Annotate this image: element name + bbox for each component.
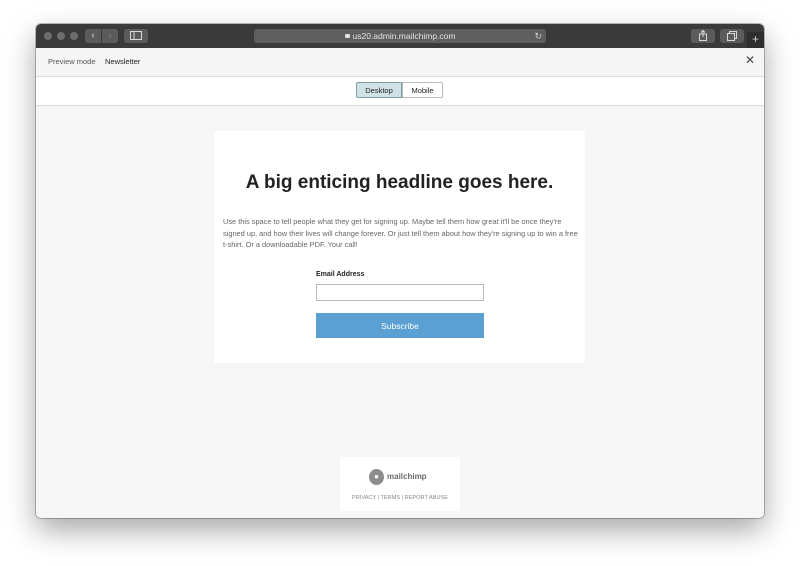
footer-links: PRIVACY | TERMS | REPORT ABUSE (340, 495, 460, 501)
zoom-window-dot[interactable] (70, 32, 78, 40)
share-icon (699, 29, 707, 41)
terms-link[interactable]: TERMS (381, 495, 401, 501)
reload-icon[interactable]: ↻ (534, 29, 542, 43)
new-tab-plus-icon[interactable]: + (747, 32, 764, 48)
address-bar[interactable]: us20.admin.mailchimp.com ↻ (254, 29, 546, 43)
minimize-window-dot[interactable] (57, 32, 65, 40)
preview-canvas: A big enticing headline goes here. Use t… (36, 106, 764, 518)
mailchimp-logo[interactable]: ● mailchimp (369, 469, 433, 485)
preview-bar: Preview mode Newsletter ✕ (36, 48, 764, 77)
preview-title: Newsletter (105, 57, 141, 66)
signup-form-card: A big enticing headline goes here. Use t… (214, 131, 585, 363)
view-toggle-bar: Desktop Mobile (36, 77, 764, 106)
browser-titlebar: ‹ › us20.admin.mailchimp.com ↻ + (36, 24, 764, 48)
desktop-view-button[interactable]: Desktop (356, 82, 402, 98)
form-intro-text: Use this space to tell people what they … (223, 217, 578, 249)
mobile-view-button[interactable]: Mobile (402, 82, 443, 98)
url-text: us20.admin.mailchimp.com (352, 31, 456, 41)
share-button[interactable] (691, 29, 715, 43)
show-tabs-button[interactable] (720, 29, 744, 43)
form-headline: A big enticing headline goes here. (245, 172, 554, 193)
chevron-left-icon: ‹ (91, 30, 95, 41)
lock-icon (344, 33, 350, 38)
freddie-monkey-icon: ● (369, 469, 384, 485)
close-window-dot[interactable] (44, 32, 52, 40)
subscribe-button[interactable]: Subscribe (316, 313, 484, 338)
email-label: Email Address (316, 271, 365, 278)
tabs-icon (727, 31, 737, 41)
sidebar-toggle-button[interactable] (124, 29, 148, 43)
mailchimp-wordmark: mailchimp (387, 472, 427, 481)
sidebar-icon (130, 31, 142, 40)
preview-mode-label: Preview mode (48, 57, 96, 66)
email-field[interactable] (316, 284, 484, 301)
footer-badge: ● mailchimp PRIVACY | TERMS | REPORT ABU… (340, 457, 460, 511)
browser-window: ‹ › us20.admin.mailchimp.com ↻ + Preview… (36, 24, 764, 518)
report-abuse-link[interactable]: REPORT ABUSE (405, 495, 448, 501)
forward-button[interactable]: › (102, 29, 118, 43)
privacy-link[interactable]: PRIVACY (352, 495, 376, 501)
back-button[interactable]: ‹ (85, 29, 101, 43)
chevron-right-icon: › (108, 30, 112, 41)
close-icon[interactable]: ✕ (745, 53, 755, 67)
